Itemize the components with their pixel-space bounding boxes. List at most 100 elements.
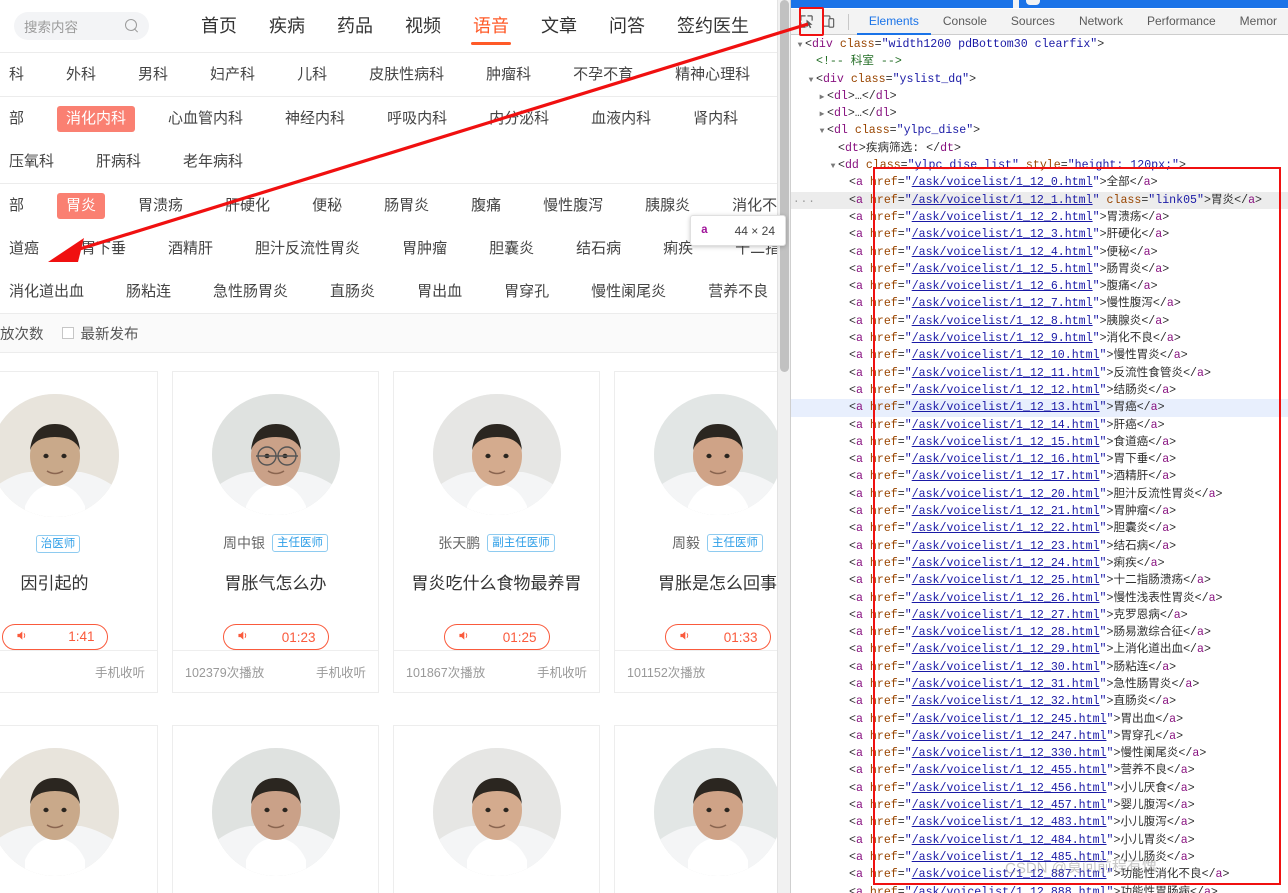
checkbox-icon[interactable] [61, 327, 74, 339]
disease-tag-2[interactable]: 酒精肝 [159, 236, 222, 262]
disease-tag-3[interactable]: 胆汁反流性胃炎 [246, 236, 369, 262]
voice-title[interactable]: 因引起的 [15, 569, 95, 594]
nav-item-1[interactable]: 疾病 [253, 0, 321, 53]
disease-tag-2[interactable]: 急性肠胃炎 [204, 279, 297, 305]
dom-anchor-node-41[interactable]: <a href="/ask/voicelist/1_12_888.html">功… [791, 884, 1288, 893]
subdept-tag-4[interactable]: 呼吸内科 [378, 106, 456, 132]
disease-tag-7[interactable]: 营养不良 [699, 279, 777, 305]
dom-gutter-ellipsis[interactable]: ... [793, 192, 815, 209]
subdept-tag-1[interactable]: 肝病科 [87, 149, 150, 175]
dom-anchor-node-16[interactable]: <a href="/ask/voicelist/1_12_16.html">胃下… [791, 451, 1288, 468]
disease-tag-1[interactable]: 肠粘连 [117, 279, 180, 305]
dom-anchor-node-4[interactable]: <a href="/ask/voicelist/1_12_4.html">便秘<… [791, 244, 1288, 261]
disease-tag-0[interactable]: 部 [0, 193, 33, 219]
dept-tag-7[interactable]: 不孕不育 [564, 62, 642, 88]
dom-anchor-node-17[interactable]: <a href="/ask/voicelist/1_12_17.html">酒精… [791, 468, 1288, 485]
disease-tag-6[interactable]: 慢性阑尾炎 [582, 279, 675, 305]
disclosure-triangle[interactable] [817, 106, 827, 123]
dom-anchor-node-39[interactable]: <a href="/ask/voicelist/1_12_485.html">小… [791, 849, 1288, 866]
browser-tab-right[interactable] [1019, 0, 1288, 8]
disclosure-triangle[interactable] [817, 89, 827, 106]
dom-anchor-node-32[interactable]: <a href="/ask/voicelist/1_12_247.html">胃… [791, 728, 1288, 745]
voice-title[interactable]: 胃胀是怎么回事 [652, 569, 783, 594]
voice-card[interactable]: 张天鹏 副主任医师 胃炎吃什么食物最养胃 01:25 101867次播放 手机收听 [393, 371, 600, 693]
nav-item-5[interactable]: 文章 [525, 0, 593, 53]
dom-node-2[interactable]: <div class="yslist_dq"> [791, 71, 1288, 88]
disease-tag-4[interactable]: 胃肿瘤 [393, 236, 456, 262]
dept-tag-2[interactable]: 男科 [129, 62, 177, 88]
dom-anchor-node-25[interactable]: <a href="/ask/voicelist/1_12_27.html">克罗… [791, 607, 1288, 624]
dom-anchor-node-10[interactable]: <a href="/ask/voicelist/1_12_10.html">慢性… [791, 347, 1288, 364]
devtools-tab-console[interactable]: Console [931, 9, 999, 35]
disease-tag-7[interactable]: 慢性腹泻 [534, 193, 612, 219]
dom-anchor-node-18[interactable]: <a href="/ask/voicelist/1_12_20.html">胆汁… [791, 486, 1288, 503]
dom-anchor-node-1[interactable]: <a href="/ask/voicelist/1_12_1.html" cla… [791, 191, 1288, 209]
voice-card[interactable] [172, 725, 379, 893]
voice-card[interactable] [393, 725, 600, 893]
dom-anchor-node-19[interactable]: <a href="/ask/voicelist/1_12_21.html">胃肿… [791, 503, 1288, 520]
dom-anchor-node-30[interactable]: <a href="/ask/voicelist/1_12_32.html">直肠… [791, 693, 1288, 710]
dept-tag-6[interactable]: 肿瘤科 [477, 62, 540, 88]
search-input[interactable]: 搜索内容 [14, 12, 149, 40]
dom-anchor-node-36[interactable]: <a href="/ask/voicelist/1_12_457.html">婴… [791, 797, 1288, 814]
play-button[interactable]: 01:23 [222, 624, 329, 651]
dept-tag-0[interactable]: 科 [0, 62, 33, 88]
disease-tag-0[interactable]: 消化道出血 [0, 279, 93, 305]
dom-anchor-node-9[interactable]: <a href="/ask/voicelist/1_12_9.html">消化不… [791, 330, 1288, 347]
voice-card[interactable] [614, 725, 790, 893]
dom-anchor-node-20[interactable]: <a href="/ask/voicelist/1_12_22.html">胆囊… [791, 520, 1288, 537]
disclosure-triangle[interactable] [795, 37, 805, 54]
dept-tag-8[interactable]: 精神心理科 [666, 62, 759, 88]
dom-anchor-node-35[interactable]: <a href="/ask/voicelist/1_12_456.html">小… [791, 780, 1288, 797]
dom-anchor-node-15[interactable]: <a href="/ask/voicelist/1_12_15.html">食道… [791, 434, 1288, 451]
voice-card[interactable]: 周毅主任医师胃胀是怎么回事 01:33 101152次播放手 [614, 371, 790, 693]
nav-item-3[interactable]: 视频 [389, 0, 457, 53]
nav-item-4[interactable]: 语音 [457, 0, 525, 53]
nav-item-0[interactable]: 首页 [185, 0, 253, 53]
dom-node-0[interactable]: <div class="width1200 pdBottom30 clearfi… [791, 36, 1288, 53]
devtools-tab-network[interactable]: Network [1067, 9, 1135, 35]
disease-tag-5[interactable]: 胃穿孔 [495, 279, 558, 305]
nav-item-2[interactable]: 药品 [321, 0, 389, 53]
subdept-tag-1[interactable]: 消化内科 [57, 105, 136, 132]
subdept-tag-0[interactable]: 部 [0, 106, 33, 132]
dom-anchor-node-3[interactable]: <a href="/ask/voicelist/1_12_3.html">肝硬化… [791, 226, 1288, 243]
disease-tag-5[interactable]: 胆囊炎 [480, 236, 543, 262]
dom-anchor-node-40[interactable]: <a href="/ask/voicelist/1_12_887.html">功… [791, 866, 1288, 883]
disease-tag-8[interactable]: 胰腺炎 [636, 193, 699, 219]
devtools-tab-memor[interactable]: Memor [1228, 9, 1288, 35]
dom-anchor-node-33[interactable]: <a href="/ask/voicelist/1_12_330.html">慢… [791, 745, 1288, 762]
dept-tag-1[interactable]: 外科 [57, 62, 105, 88]
device-toolbar-icon[interactable] [819, 11, 839, 33]
dom-anchor-node-2[interactable]: <a href="/ask/voicelist/1_12_2.html">胃溃疡… [791, 209, 1288, 226]
subdept-tag-7[interactable]: 肾内科 [684, 106, 747, 132]
browser-tab-left[interactable] [791, 0, 1013, 8]
dom-anchor-node-28[interactable]: <a href="/ask/voicelist/1_12_30.html">肠粘… [791, 659, 1288, 676]
disease-tag-0[interactable]: 道癌 [0, 236, 48, 262]
disease-tag-6[interactable]: 腹痛 [462, 193, 510, 219]
subdept-tag-5[interactable]: 内分泌科 [480, 106, 558, 132]
disease-tag-1[interactable]: 胃炎 [57, 192, 106, 219]
play-button[interactable]: 1:41 [1, 623, 108, 650]
dom-anchor-node-7[interactable]: <a href="/ask/voicelist/1_12_7.html">慢性腹… [791, 295, 1288, 312]
dom-anchor-node-29[interactable]: <a href="/ask/voicelist/1_12_31.html">急性… [791, 676, 1288, 693]
disclosure-triangle[interactable] [806, 72, 816, 89]
dom-anchor-node-11[interactable]: <a href="/ask/voicelist/1_12_11.html">反流… [791, 365, 1288, 382]
dom-anchor-node-22[interactable]: <a href="/ask/voicelist/1_12_24.html">痢疾… [791, 555, 1288, 572]
dept-tag-3[interactable]: 妇产科 [201, 62, 264, 88]
disease-tag-5[interactable]: 肠胃炎 [375, 193, 438, 219]
dom-tree[interactable]: <div class="width1200 pdBottom30 clearfi… [791, 36, 1288, 893]
dom-anchor-node-13[interactable]: <a href="/ask/voicelist/1_12_13.html">胃癌… [791, 399, 1288, 417]
voice-title[interactable]: 胃炎吃什么食物最养胃 [406, 569, 588, 594]
disease-tag-2[interactable]: 胃溃疡 [129, 193, 192, 219]
voice-card[interactable]: 治医师 因引起的 1:41 手机收听 [0, 371, 158, 693]
disease-tag-3[interactable]: 肝硬化 [216, 193, 279, 219]
subdept-tag-3[interactable]: 神经内科 [276, 106, 354, 132]
nav-item-6[interactable]: 问答 [593, 0, 661, 53]
dom-anchor-node-26[interactable]: <a href="/ask/voicelist/1_12_28.html">肠易… [791, 624, 1288, 641]
disease-tag-6[interactable]: 结石病 [567, 236, 630, 262]
disease-tag-1[interactable]: 胃下垂 [72, 236, 135, 262]
nav-item-7[interactable]: 签约医生 [661, 0, 765, 53]
dom-anchor-node-12[interactable]: <a href="/ask/voicelist/1_12_12.html">结肠… [791, 382, 1288, 399]
dom-anchor-node-14[interactable]: <a href="/ask/voicelist/1_12_14.html">肝癌… [791, 417, 1288, 434]
